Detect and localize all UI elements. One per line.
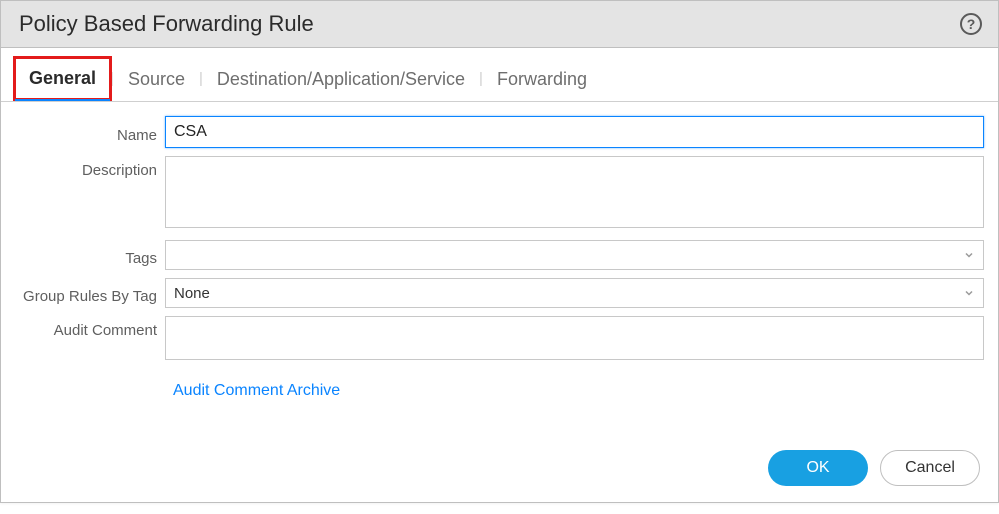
tab-general-wrapper: General [15,62,110,101]
tags-select[interactable] [165,240,984,270]
audit-comment-input[interactable] [165,316,984,360]
tab-forwarding[interactable]: Forwarding [483,63,601,100]
label-group-rules: Group Rules By Tag [15,282,165,305]
cancel-button[interactable]: Cancel [880,450,980,486]
row-name: Name [15,116,984,148]
dialog-footer: OK Cancel [1,408,998,502]
tab-general[interactable]: General [15,62,110,101]
dialog-header: Policy Based Forwarding Rule ? [1,1,998,48]
name-input[interactable] [165,116,984,148]
tabs: General | Source | Destination/Applicati… [1,48,998,102]
tab-destination[interactable]: Destination/Application/Service [203,63,479,100]
group-rules-select[interactable]: None [165,278,984,308]
row-audit-comment: Audit Comment [15,316,984,364]
label-name: Name [15,121,165,144]
chevron-down-icon [963,287,975,299]
row-description: Description [15,156,984,232]
chevron-down-icon [963,249,975,261]
row-group-rules: Group Rules By Tag None [15,278,984,308]
group-rules-value: None [174,285,210,302]
row-tags: Tags [15,240,984,270]
audit-archive-row: Audit Comment Archive [173,382,984,400]
ok-button[interactable]: OK [768,450,868,486]
description-input[interactable] [165,156,984,228]
label-description: Description [15,156,165,179]
tab-source[interactable]: Source [114,63,199,100]
label-tags: Tags [15,244,165,267]
dialog-title: Policy Based Forwarding Rule [19,11,314,37]
help-icon[interactable]: ? [960,13,982,35]
dialog: Policy Based Forwarding Rule ? General |… [0,0,999,503]
label-audit-comment: Audit Comment [15,316,165,339]
audit-comment-archive-link[interactable]: Audit Comment Archive [173,382,340,399]
form-area: Name Description Tags Gro [1,102,998,408]
